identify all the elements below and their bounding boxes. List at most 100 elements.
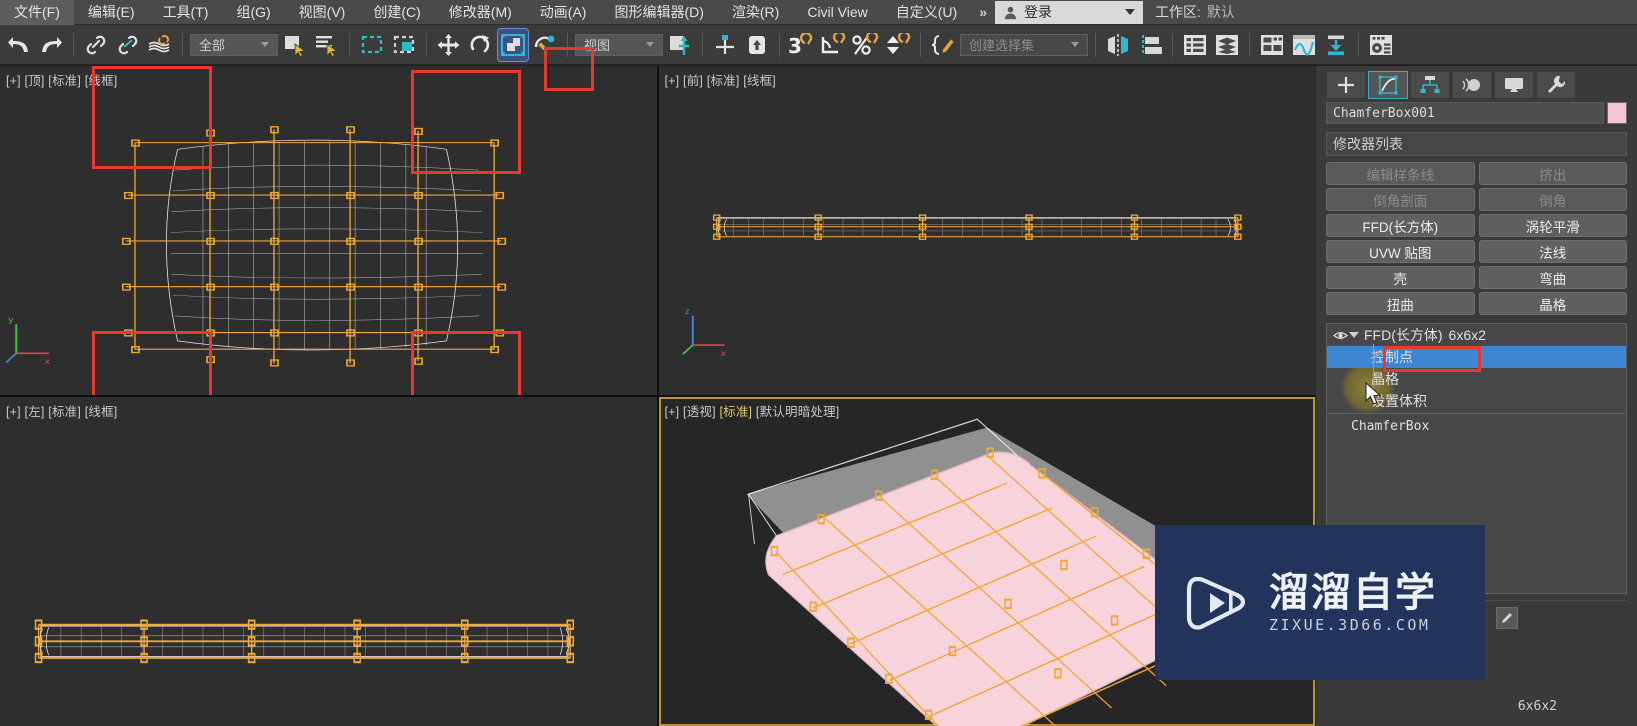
tab-hierarchy[interactable] bbox=[1410, 70, 1450, 99]
modifier-button-turbosmooth[interactable]: 涡轮平滑 bbox=[1478, 214, 1627, 237]
select-object-button[interactable] bbox=[280, 29, 310, 61]
align-icon bbox=[1142, 34, 1162, 55]
menu-item-create[interactable]: 创建(C) bbox=[359, 0, 434, 25]
modifier-button-twist[interactable]: 扭曲 bbox=[1326, 292, 1475, 315]
mirror-button[interactable] bbox=[1103, 29, 1133, 61]
select-and-link-button[interactable] bbox=[81, 29, 111, 61]
layer-explorer-button[interactable] bbox=[1180, 29, 1210, 61]
angle-degree-icon bbox=[821, 32, 846, 53]
curve-editor-button[interactable] bbox=[1289, 29, 1319, 61]
chevron-down-icon[interactable] bbox=[1349, 332, 1359, 338]
reference-coordinate-system-dropdown[interactable]: 视图 bbox=[575, 33, 663, 56]
command-panel-tabs bbox=[1316, 66, 1637, 100]
spinner-snap-toggle-button[interactable] bbox=[883, 29, 913, 61]
tab-motion[interactable] bbox=[1452, 70, 1492, 99]
select-and-move-button[interactable] bbox=[434, 29, 464, 61]
viewport-left[interactable]: [+] [左] [标准] [线框] bbox=[0, 397, 657, 726]
undo-button[interactable] bbox=[4, 29, 34, 61]
modifier-button-bend[interactable]: 弯曲 bbox=[1478, 266, 1627, 289]
snap-3d-button[interactable]: 3 bbox=[787, 29, 817, 61]
toggle-ribbon-button[interactable] bbox=[1257, 29, 1287, 61]
redo-button[interactable] bbox=[36, 29, 66, 61]
select-and-uniform-scale-button[interactable] bbox=[497, 27, 529, 62]
select-and-rotate-button[interactable] bbox=[466, 29, 496, 61]
selection-filter-value: 全部 bbox=[199, 38, 226, 53]
login-button[interactable]: 登录 bbox=[995, 0, 1143, 24]
watermark-url: ZIXUE.3D66.COM bbox=[1269, 615, 1431, 634]
modifier-stack-row-base-object[interactable]: ChamferBox bbox=[1327, 415, 1626, 437]
eye-icon[interactable] bbox=[1331, 330, 1349, 341]
menu-item-views[interactable]: 视图(V) bbox=[285, 0, 360, 25]
substack-label: 设置体积 bbox=[1371, 393, 1427, 409]
named-selection-set-dropdown[interactable]: 创建选择集 bbox=[960, 33, 1088, 56]
window-crossing-toggle-button[interactable] bbox=[389, 29, 419, 61]
modifier-button-ffd-box[interactable]: FFD(长方体) bbox=[1326, 214, 1475, 237]
selection-filter-dropdown[interactable]: 全部 bbox=[190, 33, 278, 56]
menu-item-modifiers[interactable]: 修改器(M) bbox=[435, 0, 526, 25]
menu-overflow-button[interactable]: » bbox=[971, 4, 995, 20]
chevron-down-icon bbox=[646, 42, 654, 47]
edit-named-selection-sets-button[interactable] bbox=[928, 29, 958, 61]
viewport-top[interactable]: [+] [顶] [标准] [线框] y x bbox=[0, 66, 657, 395]
modifier-button-bevel[interactable]: 倒角 bbox=[1478, 188, 1627, 211]
tab-create[interactable] bbox=[1326, 70, 1366, 99]
select-by-name-button[interactable] bbox=[312, 29, 342, 61]
object-color-swatch[interactable] bbox=[1607, 102, 1627, 124]
scene-explorer-button[interactable] bbox=[1212, 29, 1242, 61]
viewport-front[interactable]: [+] [前] [标准] [线框] z x bbox=[658, 66, 1315, 395]
unlink-selection-button[interactable] bbox=[113, 29, 143, 61]
modifier-substack-row-control-points[interactable]: 控制点 bbox=[1327, 346, 1626, 368]
rectangular-selection-region-button[interactable] bbox=[357, 29, 387, 61]
schematic-view-icon bbox=[1328, 35, 1344, 55]
align-button[interactable] bbox=[1135, 29, 1165, 61]
bind-to-space-warp-button[interactable] bbox=[145, 29, 175, 61]
login-label: 登录 bbox=[1024, 4, 1052, 20]
menu-item-customize[interactable]: 自定义(U) bbox=[882, 0, 971, 25]
menu-item-tools[interactable]: 工具(T) bbox=[149, 0, 223, 25]
tab-modify[interactable] bbox=[1368, 70, 1408, 99]
modifier-button-edit-spline[interactable]: 编辑样条线 bbox=[1326, 162, 1475, 185]
rotate-icon bbox=[470, 34, 490, 52]
menu-item-civil-view[interactable]: Civil View bbox=[793, 0, 881, 25]
select-and-place-button[interactable] bbox=[530, 29, 560, 61]
viewport-perspective-label[interactable]: [+] [透视] [标准] [默认明暗处理] bbox=[665, 401, 840, 420]
workspace-selector[interactable]: 工作区: 默认 bbox=[1145, 2, 1245, 22]
modifier-button-bevel-profile[interactable]: 倒角剖面 bbox=[1326, 188, 1475, 211]
modifier-substack-row-lattice[interactable]: 晶格 bbox=[1327, 368, 1626, 390]
use-pivot-point-center-button[interactable] bbox=[665, 29, 695, 61]
vp-shading-std: [标准] bbox=[48, 405, 82, 419]
modifier-button-normal[interactable]: 法线 bbox=[1478, 240, 1627, 263]
vp-prefix: [+] bbox=[664, 405, 680, 419]
angle-snap-degree-button[interactable] bbox=[819, 29, 849, 61]
menu-item-graph-editors[interactable]: 图形编辑器(D) bbox=[600, 0, 717, 25]
modifier-list-dropdown[interactable]: 修改器列表 bbox=[1326, 132, 1627, 156]
modifier-button-lattice[interactable]: 晶格 bbox=[1478, 292, 1627, 315]
modifier-substack-row-set-volume[interactable]: 设置体积 bbox=[1327, 390, 1626, 412]
chevron-down-icon bbox=[1071, 42, 1079, 47]
object-name-field[interactable]: ChamferBox001 bbox=[1326, 102, 1604, 124]
axis-tripod: y x bbox=[5, 315, 50, 366]
pencil-icon[interactable] bbox=[1496, 607, 1518, 629]
viewport-left-label[interactable]: [+] [左] [标准] [线框] bbox=[6, 401, 117, 420]
vp-prefix: [+] bbox=[6, 405, 21, 419]
menu-item-file[interactable]: 文件(F) bbox=[0, 0, 74, 25]
snaps-toggle-button[interactable] bbox=[710, 29, 740, 61]
vp-view-name: [顶] bbox=[24, 74, 45, 88]
viewport-front-label[interactable]: [+] [前] [标准] [线框] bbox=[665, 70, 776, 89]
menu-item-rendering[interactable]: 渲染(R) bbox=[718, 0, 793, 25]
modifier-button-extrude[interactable]: 挤出 bbox=[1478, 162, 1627, 185]
menu-item-edit[interactable]: 编辑(E) bbox=[74, 0, 149, 25]
viewport-top-label[interactable]: [+] [顶] [标准] [线框] bbox=[6, 70, 117, 89]
angle-snap-toggle-button[interactable] bbox=[742, 29, 772, 61]
layer-list-icon bbox=[1184, 34, 1206, 55]
menu-item-animation[interactable]: 动画(A) bbox=[526, 0, 601, 25]
schematic-view-button[interactable] bbox=[1321, 29, 1351, 61]
tab-display[interactable] bbox=[1494, 70, 1534, 99]
modifier-button-shell[interactable]: 壳 bbox=[1326, 266, 1475, 289]
tab-utilities[interactable] bbox=[1536, 70, 1576, 99]
modifier-stack-row-ffd[interactable]: FFD(长方体) 6x6x2 bbox=[1327, 324, 1626, 346]
material-editor-button[interactable] bbox=[1366, 29, 1396, 61]
menu-item-group[interactable]: 组(G) bbox=[222, 0, 284, 25]
modifier-button-uvw-map[interactable]: UVW 贴图 bbox=[1326, 240, 1475, 263]
percent-snap-toggle-button[interactable] bbox=[851, 29, 881, 61]
